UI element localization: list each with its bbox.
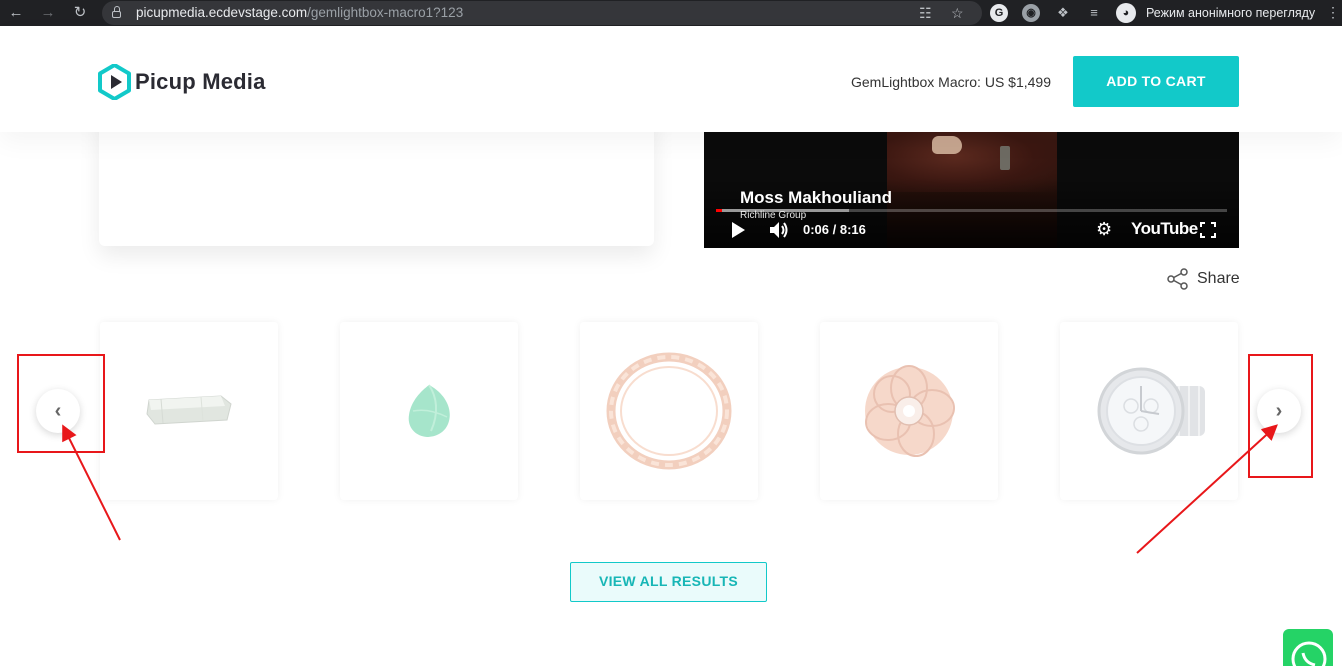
- forward-icon[interactable]: →: [38, 3, 58, 23]
- page-root: ← → ↻ picupmedia.ecdevstage.com/gemlight…: [0, 0, 1342, 666]
- picup-logo-icon: [98, 64, 131, 100]
- incognito-indicator[interactable]: ◕ Режим анонімного перегляду: [1116, 2, 1315, 24]
- annotation-arrow-left: [62, 424, 121, 541]
- incognito-label: Режим анонімного перегляду: [1146, 6, 1316, 20]
- extension-grammar-icon[interactable]: G: [990, 4, 1008, 22]
- logo-text: Picup Media: [135, 69, 266, 94]
- reload-icon[interactable]: ↻: [70, 3, 90, 23]
- extension-globe-icon[interactable]: ◉: [1022, 4, 1040, 22]
- logo[interactable]: Picup Media: [98, 64, 266, 100]
- lock-icon: [112, 6, 121, 18]
- add-to-cart-button[interactable]: ADD TO CART: [1073, 56, 1239, 107]
- whatsapp-icon: [1291, 641, 1327, 666]
- browser-toolbar: ← → ↻ picupmedia.ecdevstage.com/gemlight…: [0, 0, 1342, 26]
- back-icon[interactable]: ←: [6, 3, 26, 23]
- view-all-results-button[interactable]: VIEW ALL RESULTS: [570, 562, 767, 602]
- address-bar[interactable]: picupmedia.ecdevstage.com/gemlightbox-ma…: [102, 1, 982, 25]
- extensions-puzzle-icon[interactable]: ❖: [1054, 4, 1072, 22]
- url-text[interactable]: picupmedia.ecdevstage.com/gemlightbox-ma…: [136, 5, 463, 20]
- annotation-arrow-right: [1136, 424, 1278, 554]
- page-content: Moss Makhouliand Richline Group 0:06 / 8…: [0, 102, 1342, 666]
- translate-icon[interactable]: ☷: [919, 5, 932, 22]
- site-header: Picup Media GemLightbox Macro: US $1,499…: [0, 26, 1342, 132]
- browser-menu-icon[interactable]: ⋮: [1326, 4, 1340, 21]
- media-control-icon[interactable]: ≡: [1085, 4, 1103, 22]
- product-price: GemLightbox Macro: US $1,499: [851, 74, 1051, 90]
- bookmark-star-icon[interactable]: ☆: [951, 5, 964, 22]
- whatsapp-chat-button[interactable]: [1283, 629, 1333, 666]
- incognito-icon: ◕: [1116, 3, 1136, 23]
